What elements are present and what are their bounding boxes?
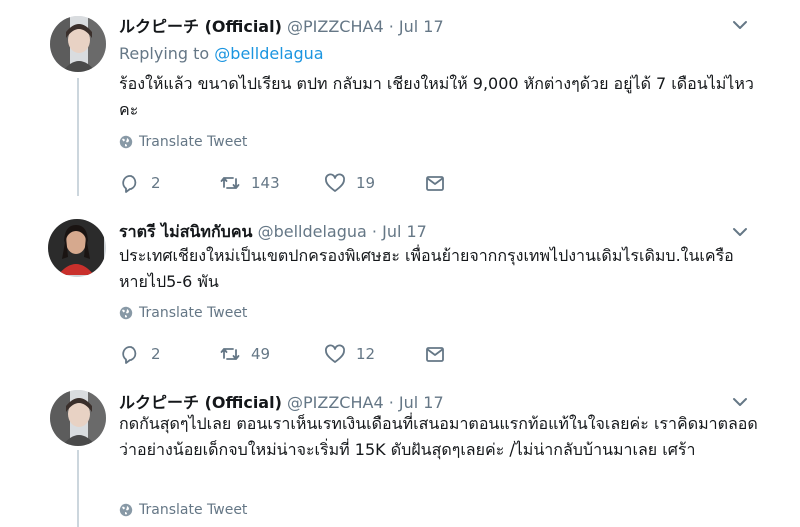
translate-tweet[interactable]: Translate Tweet	[119, 305, 247, 321]
replying-to-label: Replying to	[119, 44, 210, 63]
tweet-date[interactable]: Jul 17	[399, 393, 444, 412]
retweet-icon	[220, 348, 240, 360]
dm-icon	[426, 176, 444, 191]
retweet-button[interactable]: 49	[219, 343, 270, 365]
retweet-button[interactable]: 143	[219, 172, 280, 194]
avatar[interactable]	[50, 390, 106, 446]
tweet-date[interactable]: Jul 17	[382, 222, 427, 241]
tweet-header: ราตรี ไม่สนิทกับคน @belldelagua · Jul 17	[119, 220, 427, 245]
avatar-image	[50, 390, 106, 446]
translate-tweet[interactable]: Translate Tweet	[119, 502, 247, 518]
chevron-down-icon[interactable]	[729, 391, 751, 413]
reply-icon	[122, 175, 137, 193]
reply-button[interactable]: 2	[119, 343, 161, 365]
direct-message-button[interactable]	[424, 172, 446, 194]
tweet-header: ルクピーチ (Official) @PIZZCHA4 · Jul 17	[119, 13, 444, 37]
author-handle[interactable]: @PIZZCHA4	[287, 17, 384, 36]
like-count: 19	[356, 174, 376, 192]
separator: ·	[371, 222, 377, 241]
translate-tweet[interactable]: Translate Tweet	[119, 134, 247, 150]
tweet-actions: 2 49 12	[119, 343, 459, 367]
avatar[interactable]	[48, 219, 106, 277]
replying-to-link[interactable]: @belldelagua	[214, 44, 323, 63]
avatar[interactable]	[50, 16, 106, 72]
direct-message-button[interactable]	[424, 343, 446, 365]
tweet[interactable]: ราตรี ไม่สนิทกับคน @belldelagua · Jul 17…	[0, 200, 800, 372]
tweet-actions: 2 143 19	[119, 172, 459, 196]
avatar-image	[48, 219, 104, 275]
dm-icon	[426, 347, 444, 362]
globe-icon	[119, 503, 133, 517]
separator: ·	[388, 17, 394, 36]
author-handle[interactable]: @belldelagua	[258, 222, 367, 241]
like-icon	[325, 344, 345, 363]
globe-icon	[119, 306, 133, 320]
avatar-image	[50, 16, 106, 72]
author-name[interactable]: ルクピーチ (Official)	[119, 393, 282, 412]
tweet[interactable]: ルクピーチ (Official) @PIZZCHA4 · Jul 17 Repl…	[0, 0, 800, 200]
retweet-count: 49	[251, 345, 271, 363]
author-handle[interactable]: @PIZZCHA4	[287, 393, 384, 412]
separator: ·	[388, 393, 394, 412]
globe-icon	[119, 135, 133, 149]
tweet-text: กดกันสุดๆไปเลย ตอนเราเห็นเรทเงินเดือนที่…	[119, 414, 758, 459]
tweet[interactable]: ルクピーチ (Official) @PIZZCHA4 · Jul 17 กดกั…	[0, 372, 800, 527]
author-name[interactable]: ราตรี ไม่สนิทกับคน	[119, 222, 252, 241]
translate-label: Translate Tweet	[139, 134, 248, 150]
like-count: 12	[356, 345, 376, 363]
like-button[interactable]: 19	[324, 172, 375, 194]
reply-count: 2	[151, 174, 161, 192]
tweet-date[interactable]: Jul 17	[399, 17, 444, 36]
chevron-down-icon[interactable]	[729, 14, 751, 36]
chevron-down-icon[interactable]	[729, 221, 751, 243]
retweet-count: 143	[251, 174, 280, 192]
like-button[interactable]: 12	[324, 343, 375, 365]
author-name[interactable]: ルクピーチ (Official)	[119, 17, 282, 36]
translate-label: Translate Tweet	[139, 305, 248, 321]
tweet-text: ประเทศเชียงใหม่เป็นเขตปกครองพิเศษฮะ เพื่…	[119, 246, 734, 291]
like-icon	[325, 173, 345, 192]
translate-label: Translate Tweet	[139, 502, 248, 518]
tweet-text: ร้องให้แล้ว ขนาดไปเรียน ตปท กลับมา เชียง…	[119, 74, 754, 119]
reply-button[interactable]: 2	[119, 172, 161, 194]
tweet-header: ルクピーチ (Official) @PIZZCHA4 · Jul 17	[119, 389, 444, 413]
reply-count: 2	[151, 345, 161, 363]
retweet-icon	[220, 177, 240, 189]
replying-to: Replying to @belldelagua	[119, 44, 324, 63]
reply-icon	[122, 346, 137, 364]
